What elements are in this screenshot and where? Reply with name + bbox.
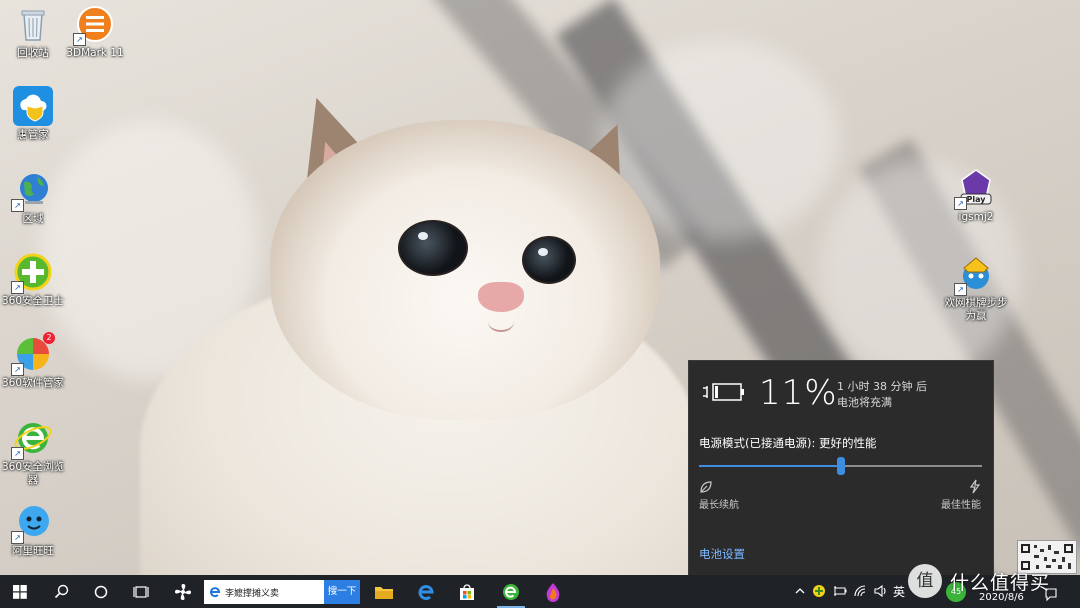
best-performance-label: 最佳性能 (941, 500, 981, 511)
desktop-icon-huiguanjia[interactable]: 惠管家 (0, 86, 66, 142)
desktop-icon-igsmj2[interactable]: Play ↗ igsmj2 (943, 168, 1009, 224)
ie-logo-icon (210, 587, 221, 598)
aliwangwang-icon: ↗ (11, 502, 53, 544)
desktop-icon-label: 回收站 (17, 47, 49, 59)
desktop-icon-label: igsmj2 (958, 211, 994, 223)
wifi-icon[interactable] (853, 584, 867, 598)
power-mode-label: 电源模式(已接通电源): 更好的性能 (699, 436, 877, 450)
windows-logo-icon (13, 584, 27, 599)
edge-icon (418, 584, 434, 600)
card-game-icon: ↗ (954, 254, 996, 296)
task-view-button[interactable] (121, 575, 161, 608)
svg-text:Play: Play (967, 195, 987, 204)
360-browser-icon (503, 583, 519, 600)
taskbar-edge[interactable] (407, 575, 447, 608)
charge-status: 电池将充满 (837, 396, 892, 409)
taskbar-store[interactable] (447, 575, 487, 608)
input-method-indicator[interactable]: 英 (893, 583, 905, 600)
desktop-icon-recycle-bin[interactable]: 回收站 (0, 4, 66, 60)
chevron-up-icon[interactable] (793, 584, 807, 598)
search-submit-button[interactable]: 搜一下 (324, 580, 360, 604)
taskbar-360-browser[interactable] (491, 575, 531, 608)
fan-app-button[interactable] (163, 575, 203, 608)
recycle-bin-icon (13, 4, 53, 44)
360-security-icon: ↗ (11, 252, 53, 294)
taskbar-file-explorer[interactable] (364, 575, 404, 608)
battery-percentage: 11% (759, 373, 838, 413)
cortana-button[interactable] (81, 575, 121, 608)
desktop-icon-label: 360软件管家 (1, 377, 65, 389)
desktop-icon-label: 惠管家 (17, 129, 49, 141)
power-mode-slider-fill (699, 465, 841, 467)
play-game-icon: Play ↗ (954, 168, 996, 210)
desktop-icon-label: 区域 (22, 213, 44, 225)
desktop-icon-card-game[interactable]: ↗ 欢网棋牌步步为赢 (943, 254, 1009, 323)
paint-drop-icon (546, 582, 560, 602)
time-remaining: 1 小时 38 分钟 后 (837, 380, 927, 393)
fan-icon (175, 583, 191, 600)
desktop-icon-label: 欢网棋牌步步为赢 (944, 297, 1008, 322)
desktop-icon-label: 360安全浏览器 (1, 461, 65, 486)
leaf-icon (700, 481, 712, 493)
power-mode-slider-thumb[interactable] (836, 457, 845, 475)
task-view-icon (133, 585, 149, 598)
store-icon (460, 583, 474, 600)
watermark-text: 什么值得买 (950, 572, 1051, 594)
desktop-icon-label: 3DMark 11 (66, 47, 124, 59)
globe-icon: ↗ (11, 170, 53, 212)
battery-tray-icon[interactable] (833, 584, 847, 598)
battery-charging-icon (703, 383, 744, 401)
taskbar-paint-app[interactable] (533, 575, 573, 608)
360-software-manager-icon: 2 ↗ (11, 332, 55, 376)
desktop-icon-360-security[interactable]: ↗ 360安全卫士 (0, 252, 66, 308)
search-query-text: 李嬷撑摊义卖 (225, 589, 280, 599)
search-icon (54, 584, 68, 599)
desktop-icon-region[interactable]: ↗ 区域 (0, 170, 66, 226)
battery-settings-link[interactable]: 电池设置 (699, 546, 745, 562)
desktop-icon-360-software[interactable]: 2 ↗ 360软件管家 (0, 332, 66, 390)
360-browser-icon: ↗ (11, 418, 53, 460)
desktop-icon-360-browser[interactable]: ↗ 360安全浏览器 (0, 418, 66, 487)
desktop-icon-aliwangwang[interactable]: ↗ 阿里旺旺 (0, 502, 66, 558)
watermark-logo: 值 (908, 564, 942, 598)
search-button[interactable] (41, 575, 81, 608)
desktop-icon-label: 阿里旺旺 (12, 545, 54, 557)
desktop-icon-label: 360安全卫士 (1, 295, 65, 307)
site-watermark: 值 什么值得买 (908, 560, 1080, 608)
lightning-icon (969, 479, 981, 494)
start-button[interactable] (0, 575, 40, 608)
3dmark-icon: ↗ (73, 4, 115, 46)
360-tray-icon[interactable] (812, 584, 826, 598)
desktop-icon-3dmark[interactable]: ↗ 3DMark 11 (62, 4, 128, 60)
cloud-shield-icon (13, 86, 53, 126)
best-battery-label: 最长续航 (699, 500, 739, 511)
notification-badge: 2 (43, 332, 55, 344)
volume-icon[interactable] (873, 584, 887, 598)
taskbar-search-box[interactable]: 李嬷撑摊义卖 (204, 580, 324, 604)
battery-flyout: 11% 1 小时 38 分钟 后 电池将充满 电源模式(已接通电源): 更好的性… (688, 360, 994, 577)
folder-icon (375, 586, 393, 599)
cortana-circle-icon (94, 585, 108, 598)
